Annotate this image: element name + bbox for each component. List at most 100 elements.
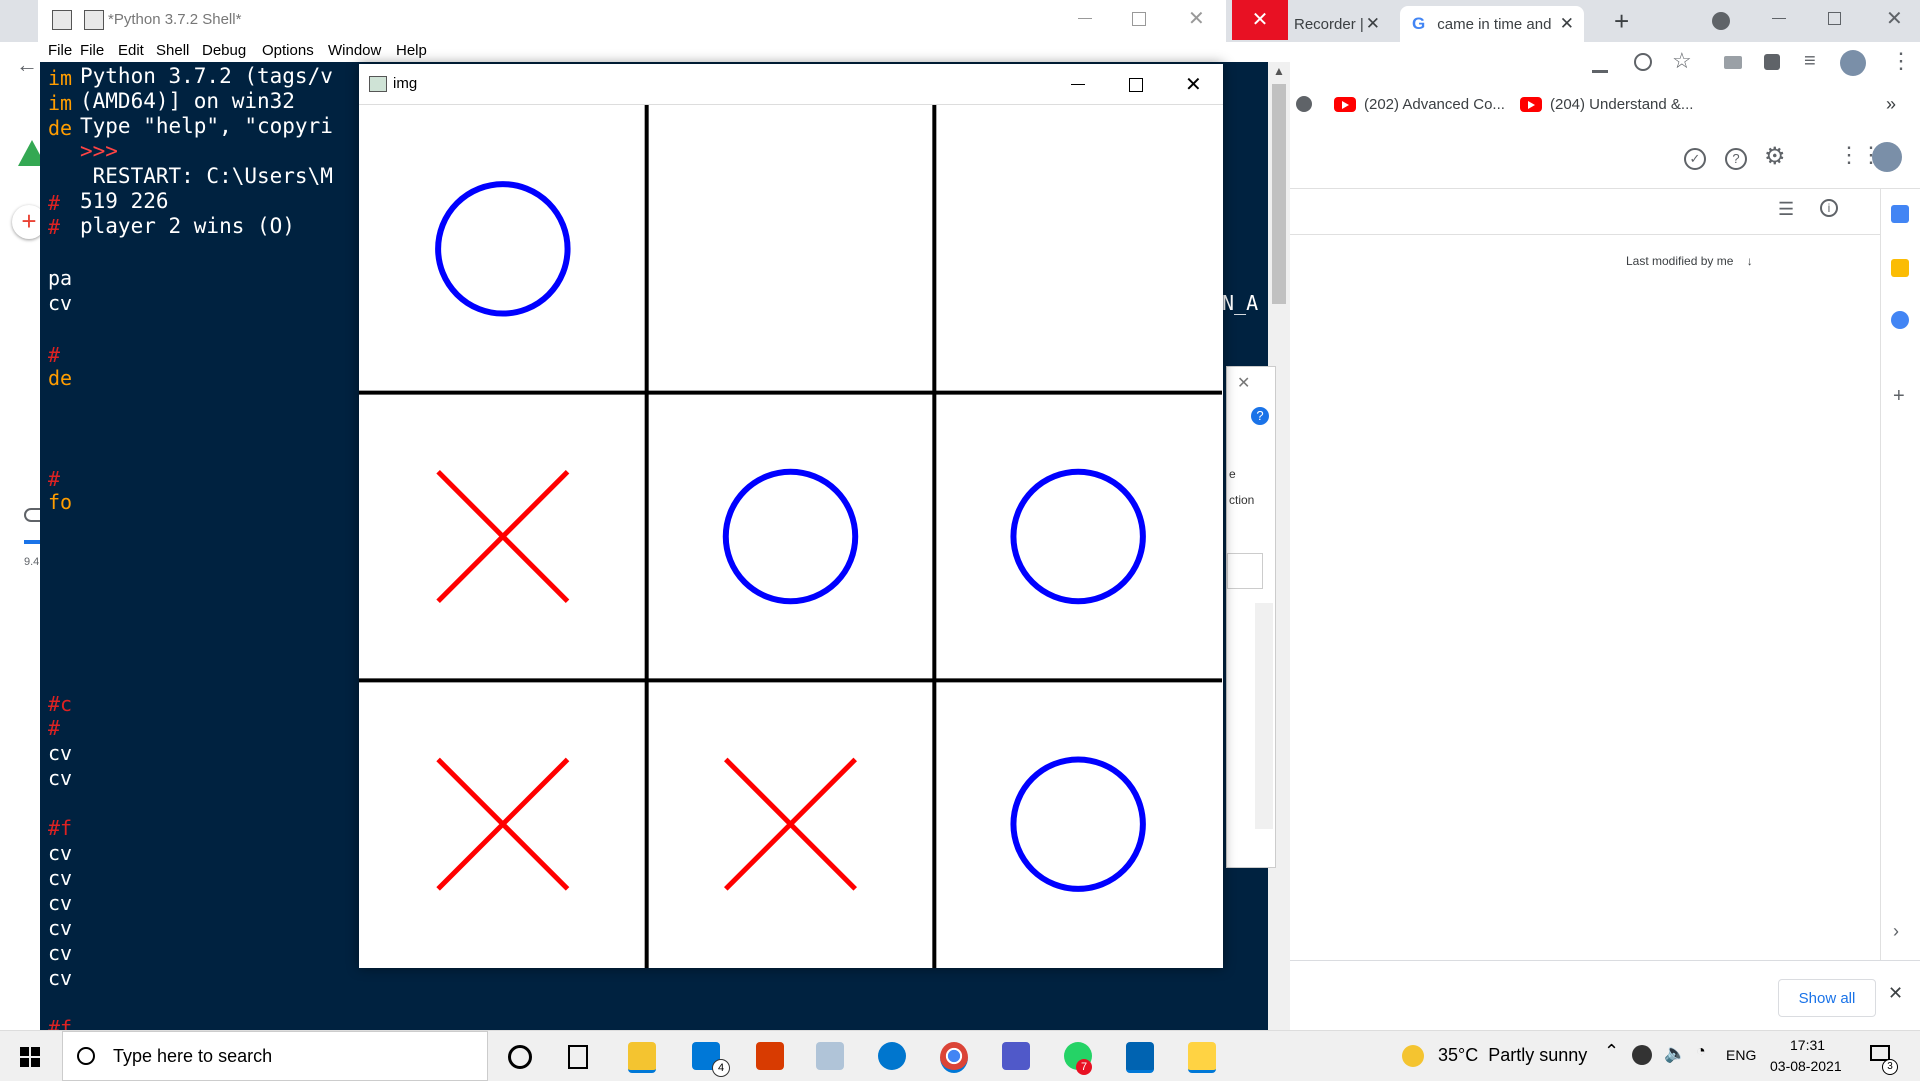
globe-icon	[1296, 96, 1312, 112]
shell-line: Python 3.7.2 (tags/v	[80, 64, 333, 88]
menu-help[interactable]: Help	[396, 42, 427, 59]
clock-time[interactable]: 17:31	[1790, 1037, 1825, 1053]
code-fragment: #	[48, 716, 61, 740]
download-bar-close-icon[interactable]: ✕	[1888, 983, 1903, 1004]
avatar[interactable]	[1872, 142, 1902, 172]
avatar[interactable]	[1840, 50, 1866, 76]
chrome-menu-icon[interactable]: ⋮	[1890, 48, 1912, 74]
bookmark-advanced[interactable]: (202) Advanced Co...	[1334, 96, 1505, 113]
offline-ready-icon[interactable]: ✓	[1684, 148, 1706, 170]
photos-viewer-icon[interactable]	[816, 1042, 844, 1070]
minimize-icon[interactable]	[1772, 18, 1786, 19]
scrollbar-thumb[interactable]	[1272, 84, 1286, 304]
tab-recorder[interactable]: Recorder | ✕	[1290, 6, 1390, 42]
weather-icon[interactable]	[1402, 1045, 1424, 1067]
windows-start-icon[interactable]	[20, 1047, 40, 1067]
idle-app-icon	[52, 10, 72, 30]
img-window-icon	[369, 76, 387, 92]
menu-debug[interactable]: Debug	[202, 42, 246, 59]
language-indicator[interactable]: ENG	[1726, 1047, 1756, 1063]
tic-tac-toe-board[interactable]	[359, 105, 1222, 968]
cortana-icon[interactable]	[508, 1045, 532, 1069]
code-fragment: #	[48, 467, 61, 491]
editor-app-icon	[84, 10, 104, 30]
tab-close-icon[interactable]: ✕	[1366, 14, 1380, 34]
calendar-icon[interactable]	[1891, 205, 1909, 223]
settings-gear-icon[interactable]: ⚙	[1764, 142, 1786, 171]
volume-icon[interactable]: 🔈	[1664, 1043, 1686, 1064]
img-maximize-icon[interactable]	[1129, 78, 1143, 92]
tab-search-icon[interactable]	[1712, 12, 1730, 30]
show-all-button[interactable]: Show all	[1778, 979, 1876, 1017]
add-addon-icon[interactable]: +	[1893, 385, 1905, 408]
shell-menu-bar: File File Edit Shell Debug Options Windo…	[38, 40, 1226, 62]
star-icon[interactable]: ☆	[1672, 48, 1692, 74]
expand-panel-icon[interactable]: ›	[1893, 921, 1899, 942]
code-fragment: cv	[48, 891, 73, 915]
info-icon[interactable]: i	[1820, 199, 1838, 217]
whatsapp-badge: 7	[1076, 1059, 1092, 1075]
chrome-icon[interactable]	[940, 1042, 968, 1073]
o-mark	[1010, 756, 1146, 892]
back-arrow-icon[interactable]: ←	[16, 52, 38, 78]
close-icon[interactable]: ✕	[1886, 6, 1903, 31]
tab-close-icon[interactable]: ✕	[1560, 14, 1574, 34]
shell-close-icon[interactable]: ✕	[1188, 6, 1205, 31]
scroll-up-arrow-icon[interactable]: ▲	[1273, 64, 1285, 78]
dialog-scrollbar[interactable]	[1255, 603, 1273, 829]
img-minimize-icon[interactable]	[1071, 84, 1085, 85]
photos-icon[interactable]	[1126, 1042, 1154, 1073]
code-fragment: de	[48, 366, 73, 390]
office-icon[interactable]	[756, 1042, 784, 1070]
file-explorer-icon[interactable]	[628, 1042, 656, 1073]
teams-icon[interactable]	[1002, 1042, 1030, 1070]
chrome-close-window-button[interactable]: ✕	[1232, 0, 1288, 40]
weather-text[interactable]: 35°C Partly sunny	[1438, 1045, 1587, 1066]
code-fragment: cv	[48, 916, 73, 940]
last-modified-column-header[interactable]: Last modified by me ↓	[1626, 254, 1753, 268]
tab-google-search[interactable]: G came in time and ✕	[1400, 6, 1584, 42]
chrome-tray-icon[interactable]	[1632, 1045, 1652, 1065]
dialog-close-icon[interactable]: ✕	[1237, 373, 1250, 393]
menu-window[interactable]: Window	[328, 42, 381, 59]
code-fragment: #	[48, 191, 61, 215]
dialog-input[interactable]	[1227, 553, 1263, 589]
google-g-icon: G	[1412, 14, 1426, 33]
shell-maximize-icon[interactable]	[1132, 12, 1146, 26]
notification-count: 3	[1882, 1059, 1898, 1075]
img-close-icon[interactable]: ✕	[1185, 72, 1202, 97]
wifi-icon[interactable]: ◔	[1696, 1043, 1706, 1061]
shell-line: RESTART: C:\Users\M	[80, 164, 333, 188]
menu-file[interactable]: File	[80, 42, 104, 59]
dell-icon[interactable]	[878, 1042, 906, 1070]
python-idle-icon[interactable]	[1188, 1042, 1216, 1073]
restore-icon[interactable]	[1828, 12, 1841, 25]
list-view-icon[interactable]: ☰	[1778, 199, 1794, 220]
menu-shell[interactable]: Shell	[156, 42, 189, 59]
camera-icon[interactable]	[1724, 56, 1742, 69]
youtube-icon	[1334, 97, 1356, 112]
zoom-icon[interactable]	[1634, 53, 1652, 71]
menu-edit[interactable]: Edit	[118, 42, 144, 59]
bookmarks-more[interactable]: »	[1886, 94, 1896, 115]
code-fragment: cv	[48, 966, 73, 990]
code-fragment: cv	[48, 766, 73, 790]
img-title: img	[393, 75, 418, 92]
help-icon[interactable]: ?	[1725, 148, 1747, 170]
task-view-icon[interactable]	[568, 1045, 588, 1069]
keep-icon[interactable]	[1891, 259, 1909, 277]
install-icon[interactable]	[1592, 54, 1608, 73]
shell-minimize-icon[interactable]	[1078, 18, 1092, 19]
menu-options[interactable]: Options	[262, 42, 314, 59]
shell-line: Type "help", "copyri	[80, 114, 333, 138]
media-icon[interactable]: ≡	[1804, 50, 1816, 73]
extensions-icon[interactable]	[1764, 54, 1780, 70]
bookmark-understand[interactable]: (204) Understand &...	[1520, 96, 1693, 113]
clock-date[interactable]: 03-08-2021	[1770, 1058, 1842, 1074]
show-hidden-icons-chevron-icon[interactable]: ⌃	[1604, 1041, 1619, 1062]
dialog-help-icon[interactable]: ?	[1251, 407, 1269, 425]
menu-file-editor[interactable]: File	[48, 42, 72, 59]
tasks-icon[interactable]	[1891, 311, 1909, 329]
new-tab-button[interactable]: +	[1614, 6, 1629, 37]
taskbar-search-box[interactable]: Type here to search	[62, 1031, 488, 1081]
